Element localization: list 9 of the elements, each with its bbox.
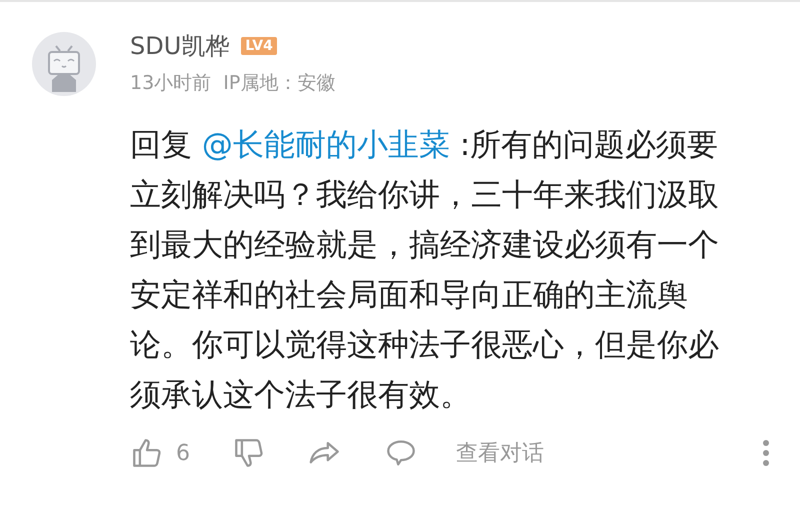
comment-meta: 13小时前 IP属地：安徽 [130,71,336,96]
view-dialog-button[interactable]: 查看对话 [456,438,544,468]
mention-link[interactable]: @长能耐的小韭菜 [202,127,450,163]
like-button[interactable]: 6 [130,436,190,470]
level-badge: LV4 [241,37,277,55]
more-icon[interactable] [762,439,770,467]
comment-text: 回复 @长能耐的小韭菜 :所有的问题必须要立刻解决吗？我给你讲，三十年来我们汲取到最大的经验就是，搞经济建设必须有一个安定祥和的社会局面和导向正确的主流舆论。你可以觉得这种法子很恶心，但是你必须承认这个法子很有效。 [130,126,720,415]
user-name[interactable]: SDU凯桦 [130,30,230,62]
avatar-icon[interactable] [32,32,96,96]
